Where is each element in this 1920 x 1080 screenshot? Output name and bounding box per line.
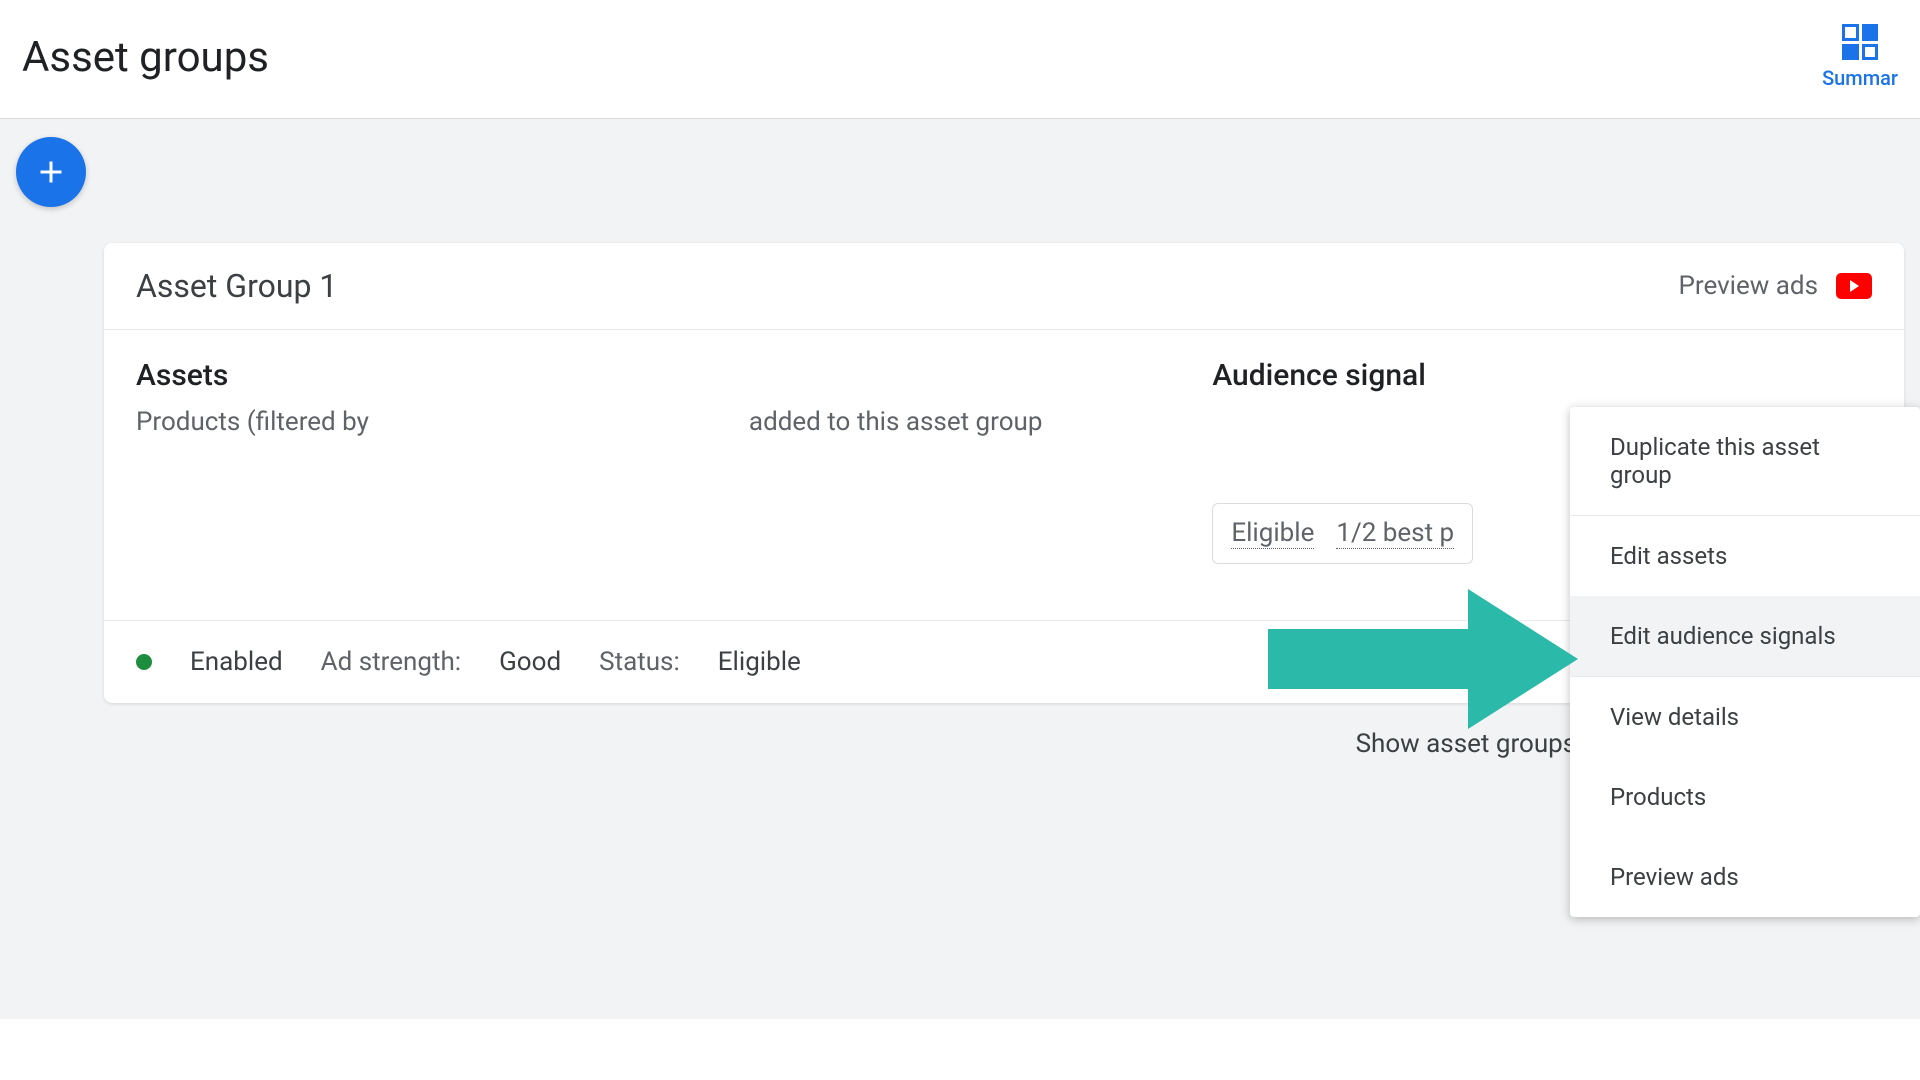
assets-heading: Assets — [136, 358, 1212, 393]
enabled-label: Enabled — [190, 647, 283, 677]
summary-view-button[interactable]: Summar — [1822, 24, 1898, 90]
ad-strength-label: Ad strength: — [321, 647, 461, 677]
assets-column: Assets Products (filtered by added to th… — [136, 358, 1212, 564]
audience-heading: Audience signal — [1212, 358, 1426, 393]
asset-group-context-menu: Duplicate this asset group Edit assets E… — [1570, 407, 1920, 917]
add-asset-group-button[interactable] — [16, 137, 86, 207]
menu-products[interactable]: Products — [1570, 757, 1920, 837]
preview-ads-group[interactable]: Preview ads — [1678, 271, 1872, 301]
ad-strength-value: Good — [499, 647, 561, 677]
status-value: Eligible — [718, 647, 801, 677]
page-title: Asset groups — [22, 33, 269, 82]
menu-duplicate[interactable]: Duplicate this asset group — [1570, 407, 1920, 515]
annotation-arrow-icon — [1268, 579, 1588, 743]
eligible-status: Eligible — [1231, 518, 1314, 549]
summary-label: Summar — [1822, 66, 1898, 90]
asset-group-name: Asset Group 1 — [136, 267, 337, 305]
audience-column: Audience signal Eligible 1/2 best p — [1212, 358, 1473, 564]
menu-edit-audience-signals[interactable]: Edit audience signals — [1570, 596, 1920, 676]
menu-preview-ads[interactable]: Preview ads — [1570, 837, 1920, 917]
preview-ads-label: Preview ads — [1678, 271, 1818, 301]
summary-grid-icon — [1842, 24, 1878, 60]
youtube-icon — [1836, 273, 1872, 299]
menu-edit-assets[interactable]: Edit assets — [1570, 516, 1920, 596]
status-label: Status: — [599, 647, 680, 677]
content-area: Asset Group 1 Preview ads Assets Product… — [0, 119, 1920, 1019]
best-practice-status: 1/2 best p — [1336, 518, 1454, 549]
card-header: Asset Group 1 Preview ads — [104, 243, 1904, 329]
plus-icon — [33, 154, 69, 190]
page-header: Asset groups Summar — [0, 0, 1920, 119]
audience-status-box[interactable]: Eligible 1/2 best p — [1212, 503, 1473, 564]
products-filter-text: Products (filtered by added to this asse… — [136, 407, 1212, 437]
status-dot-icon — [136, 654, 152, 670]
products-prefix: Products (filtered by — [136, 407, 369, 437]
products-suffix: added to this asset group — [749, 407, 1043, 437]
menu-view-details[interactable]: View details — [1570, 677, 1920, 757]
